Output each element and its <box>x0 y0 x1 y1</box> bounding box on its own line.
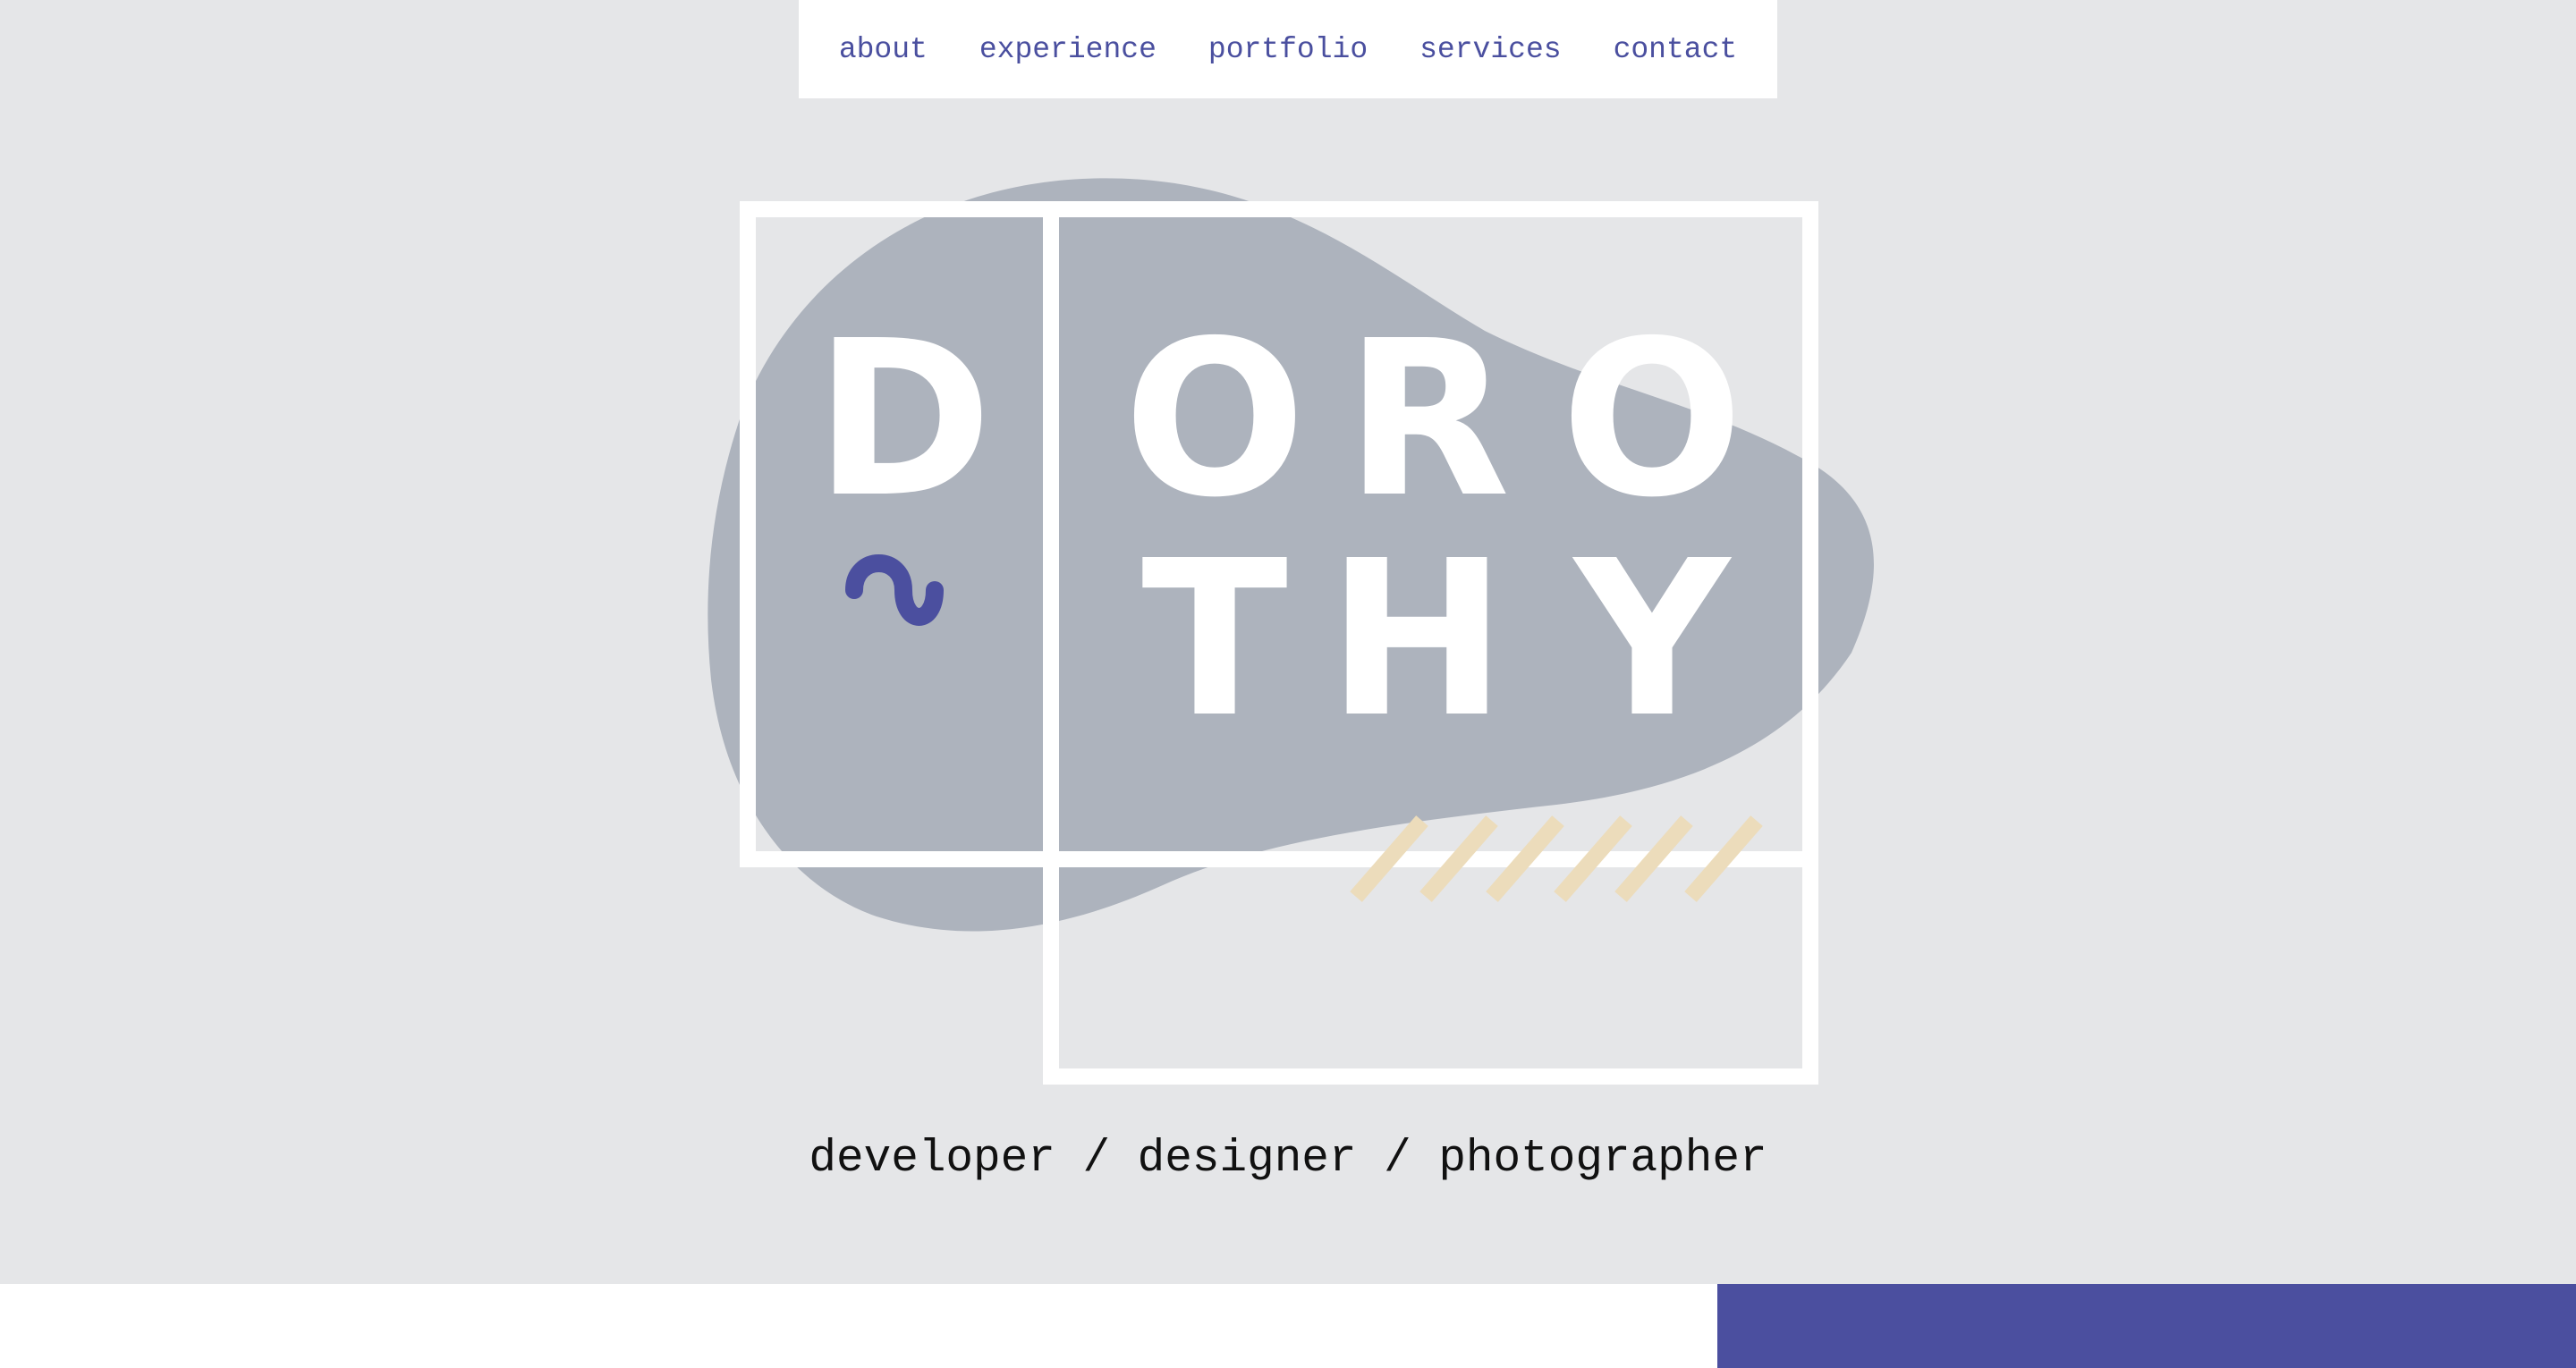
logo-letter-r: R <box>1345 294 1511 545</box>
logo-letter-o-second: O <box>1561 294 1743 545</box>
logo-letter-t: T <box>1141 514 1288 764</box>
footer-left-panel <box>0 1284 1717 1368</box>
tagline: developer / designer / photographer <box>809 1134 1767 1185</box>
logo-letter-h: H <box>1327 514 1507 764</box>
logo-letter-y: Y <box>1572 514 1733 764</box>
logo-letter-d: D <box>814 294 992 545</box>
hero-section: about experience portfolio services cont… <box>0 0 2576 1284</box>
dorothy-logo: D O R O T H Y <box>708 178 1874 1085</box>
footer-accent-panel <box>1717 1284 2576 1368</box>
logo-letter-o: O <box>1123 294 1306 545</box>
